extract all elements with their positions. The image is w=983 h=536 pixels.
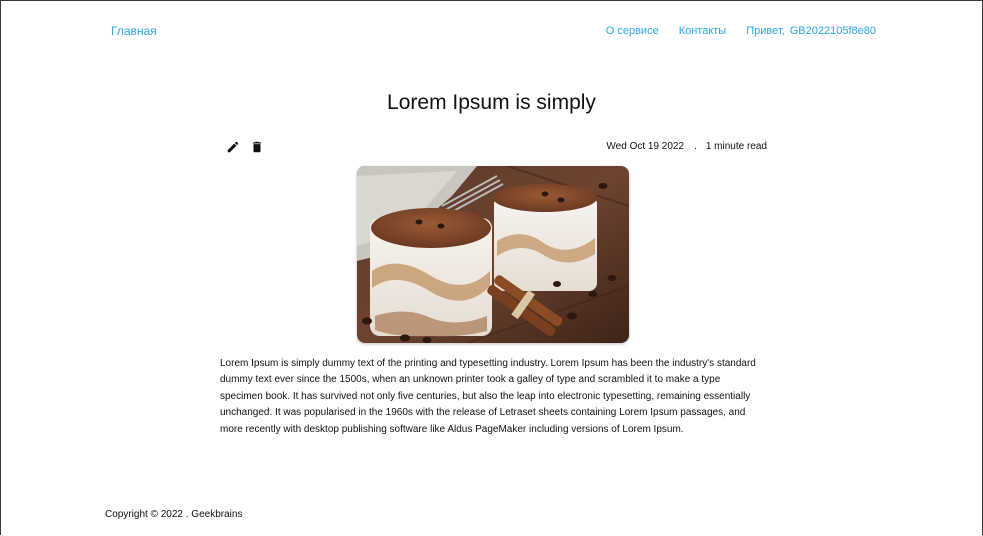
post-date: Wed Oct 19 2022 bbox=[606, 141, 685, 152]
trash-icon bbox=[252, 141, 262, 153]
nav-home-link[interactable]: Главная bbox=[111, 24, 157, 38]
nav-service-link[interactable]: О сервисе bbox=[606, 24, 659, 38]
footer-copyright: Copyright © 2022 . Geekbrains bbox=[105, 509, 243, 520]
post-meta-info: Wed Oct 19 2022. 1 minute read bbox=[606, 141, 767, 152]
post-title: Lorem Ipsum is simply bbox=[387, 91, 596, 114]
post-image bbox=[357, 166, 629, 343]
meta-separator: . bbox=[694, 141, 697, 152]
post-body: Lorem Ipsum is simply dummy text of the … bbox=[220, 358, 756, 435]
delete-button[interactable] bbox=[250, 140, 264, 154]
dessert-illustration bbox=[357, 166, 629, 343]
nav-contacts-link[interactable]: Контакты bbox=[679, 24, 727, 38]
post-meta-row: Wed Oct 19 2022. 1 minute read bbox=[226, 140, 767, 156]
pencil-icon bbox=[227, 141, 239, 153]
top-nav: О сервисе Контакты Привет, GB2022105f8e80 bbox=[606, 24, 876, 38]
greeting-prefix: Привет, bbox=[746, 25, 785, 37]
edit-button[interactable] bbox=[226, 140, 240, 154]
post-read-time: 1 minute read bbox=[705, 141, 767, 152]
username: GB2022105f8e80 bbox=[789, 25, 876, 37]
nav-user-greeting-link[interactable]: Привет, GB2022105f8e80 bbox=[746, 24, 876, 38]
